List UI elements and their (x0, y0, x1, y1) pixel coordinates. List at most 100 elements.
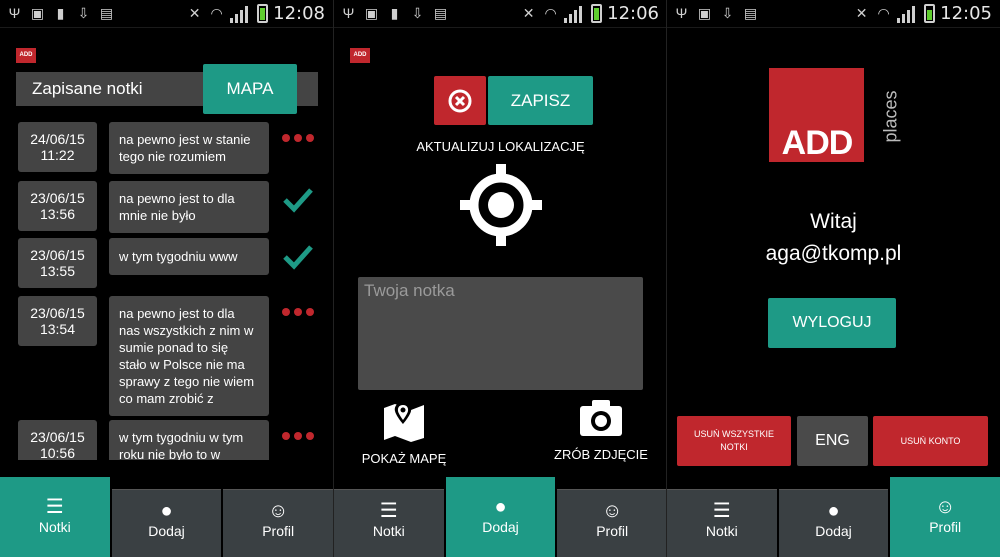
language-button[interactable]: ENG (797, 416, 868, 466)
note-text: na pewno jest w stanie tego nie rozumiem (109, 122, 269, 174)
location-pin-icon: ● (160, 500, 173, 522)
mute-icon: ✕ (855, 5, 868, 21)
clock: 12:05 (940, 3, 992, 24)
note-date: 23/06/15 13:56 (18, 181, 97, 231)
notes-screen: Ψ ▣ ▮ ⇩ ▤ ✕ ◠ 12:08 ADD Zapisane notki M… (0, 0, 333, 557)
sim-icon: ▤ (99, 5, 114, 21)
tab-add[interactable]: ● Dodaj (111, 489, 222, 557)
image-icon: ▣ (697, 5, 712, 21)
download-icon: ⇩ (721, 5, 734, 21)
tab-add[interactable]: ● Dodaj (445, 477, 556, 557)
tab-notes[interactable]: ☰ Notki (667, 489, 777, 557)
add-places-logo: ADD places (769, 68, 901, 164)
logout-button[interactable]: WYLOGUJ (768, 298, 896, 348)
map-icon (384, 402, 424, 442)
welcome-text: Witaj (810, 210, 857, 233)
tab-profile[interactable]: ☺ Profil (890, 477, 1000, 557)
note-date: 23/06/15 13:55 (18, 238, 97, 288)
check-icon (282, 187, 320, 213)
list-icon: ☰ (379, 500, 398, 522)
battery-charging-icon (924, 4, 936, 23)
pending-status-icon (282, 426, 320, 450)
list-icon: ☰ (712, 500, 731, 522)
status-bar: Ψ ▣ ▮ ⇩ ▤ ✕ ◠ 12:06 (334, 0, 667, 28)
app-logo: ADD (350, 48, 370, 63)
note-text: na pewno jest to dla mnie nie było (109, 181, 269, 233)
note-date: 23/06/15 10:56 (18, 420, 97, 460)
usb-icon: Ψ (342, 5, 355, 21)
status-bar: Ψ ▣ ▮ ⇩ ▤ ✕ ◠ 12:08 (0, 0, 333, 28)
location-target-icon[interactable] (458, 162, 544, 248)
system-icons: ✕ ◠ 12:08 (186, 3, 325, 24)
battery-full-icon: ▮ (56, 5, 65, 21)
download-icon: ⇩ (411, 5, 424, 21)
signal-icon (897, 4, 919, 23)
profile-face-icon: ☺ (267, 500, 289, 522)
note-date: 23/06/15 13:54 (18, 296, 97, 346)
image-icon: ▣ (30, 5, 45, 21)
clock: 12:06 (607, 3, 659, 24)
show-map-button[interactable]: POKAŻ MAPĘ (356, 398, 452, 466)
user-email: aga@tkomp.pl (765, 242, 902, 265)
system-icons: ✕ ◠ 12:06 (520, 3, 659, 24)
status-bar: Ψ ▣ ⇩ ▤ ✕ ◠ 12:05 (667, 0, 1000, 28)
notification-icons: Ψ ▣ ▮ ⇩ ▤ (340, 4, 449, 23)
note-text: w tym tygodniu www (109, 238, 269, 275)
signal-icon (564, 4, 586, 23)
app-logo: ADD (16, 48, 36, 63)
delete-account-button[interactable]: USUŃ KONTO (873, 416, 988, 466)
discard-button[interactable] (434, 76, 486, 125)
show-map-label: POKAŻ MAPĘ (361, 451, 447, 466)
notification-icons: Ψ ▣ ▮ ⇩ ▤ (6, 4, 115, 23)
map-button[interactable]: MAPA (203, 64, 297, 114)
tab-bar: ☰ Notki ● Dodaj ☺ Profil (0, 477, 333, 557)
save-button[interactable]: ZAPISZ (488, 76, 593, 125)
tab-profile[interactable]: ☺ Profil (223, 489, 333, 557)
tab-profile[interactable]: ☺ Profil (557, 489, 667, 557)
battery-icon (591, 4, 603, 23)
usb-icon: Ψ (675, 5, 688, 21)
tab-bar: ☰ Notki ● Dodaj ☺ Profil (334, 477, 667, 557)
location-pin-icon: ● (827, 500, 840, 522)
note-date: 24/06/15 11:22 (18, 122, 97, 172)
download-icon: ⇩ (77, 5, 90, 21)
note-text: na pewno jest to dla nas wszystkich z ni… (109, 296, 269, 416)
usb-icon: Ψ (8, 5, 21, 21)
note-input[interactable] (358, 277, 643, 390)
tab-notes[interactable]: ☰ Notki (334, 489, 444, 557)
pending-status-icon (282, 128, 320, 152)
notification-icons: Ψ ▣ ⇩ ▤ (673, 4, 759, 23)
wifi-icon: ◠ (877, 5, 890, 21)
check-icon (282, 244, 320, 270)
tab-add[interactable]: ● Dodaj (778, 489, 889, 557)
camera-icon (580, 400, 622, 436)
pending-status-icon (282, 302, 320, 326)
sim-icon: ▤ (433, 5, 448, 21)
list-icon: ☰ (45, 496, 64, 518)
tab-bar: ☰ Notki ● Dodaj ☺ Profil (667, 477, 1000, 557)
take-photo-label: ZRÓB ZDJĘCIE (554, 447, 648, 462)
wifi-icon: ◠ (544, 5, 557, 21)
delete-all-notes-button[interactable]: USUŃ WSZYSTKIE NOTKI (677, 416, 791, 466)
mute-icon: ✕ (188, 5, 201, 21)
profile-face-icon: ☺ (601, 500, 623, 522)
wifi-icon: ◠ (210, 5, 223, 21)
system-icons: ✕ ◠ 12:05 (853, 3, 992, 24)
take-photo-button[interactable]: ZRÓB ZDJĘCIE (548, 398, 654, 462)
location-pin-icon: ● (494, 496, 507, 518)
close-circle-icon (448, 89, 472, 112)
update-location-label: AKTUALIZUJ LOKALIZACJĘ (416, 139, 585, 154)
image-icon: ▣ (364, 5, 379, 21)
profile-face-icon: ☺ (934, 496, 956, 518)
tab-notes[interactable]: ☰ Notki (0, 477, 110, 557)
signal-icon (230, 4, 252, 23)
page-title: Zapisane notki (32, 79, 143, 98)
mute-icon: ✕ (522, 5, 535, 21)
battery-icon (257, 4, 269, 23)
notes-list[interactable]: 24/06/15 11:22 na pewno jest w stanie teg… (16, 122, 326, 460)
note-text: w tym tygodniu w tym roku nie było to w (109, 420, 269, 460)
clock: 12:08 (273, 3, 325, 24)
add-note-screen: Ψ ▣ ▮ ⇩ ▤ ✕ ◠ 12:06 ADD ZAPISZ AKTUALIZU… (334, 0, 667, 557)
sim-icon: ▤ (743, 5, 758, 21)
battery-full-icon: ▮ (390, 5, 399, 21)
